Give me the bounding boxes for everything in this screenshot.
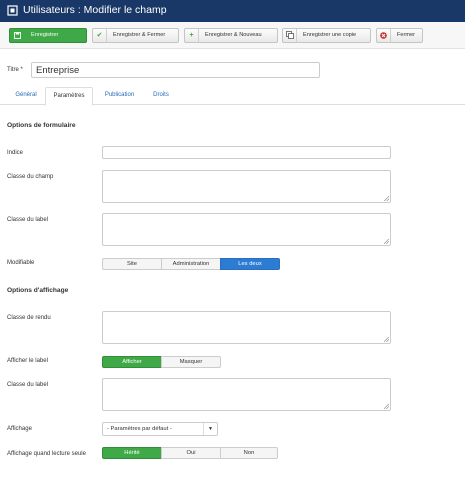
title-label: Titre * xyxy=(7,67,23,73)
display-options-heading: Options d'affichage xyxy=(7,287,69,294)
tab-droits[interactable]: Droits xyxy=(145,87,177,105)
tab-publication[interactable]: Publication xyxy=(96,87,143,105)
readonly-yes-option[interactable]: Oui xyxy=(161,447,221,459)
resize-handle[interactable] xyxy=(384,337,389,342)
save-new-button[interactable]: + Enregistrer & Nouveau xyxy=(184,28,278,43)
show-label-label: Afficher le label xyxy=(7,358,48,364)
check-icon: ✔ xyxy=(93,29,107,42)
editable-label: Modifiable xyxy=(7,260,35,266)
render-class-label: Classe de rendu xyxy=(7,315,51,321)
show-label-toggle-group: Afficher Masquer xyxy=(102,356,221,368)
square-icon xyxy=(7,5,18,16)
page-title: Utilisateurs : Modifier le champ xyxy=(23,4,167,16)
editable-toggle-group: Site Administration Les deux xyxy=(102,258,280,270)
hint-label: Indice xyxy=(7,150,24,156)
show-label-show-option[interactable]: Afficher xyxy=(102,356,162,368)
cancel-icon xyxy=(377,29,391,42)
display-label: Affichage xyxy=(7,426,32,432)
field-class-label: Classe du champ xyxy=(7,174,54,180)
plus-icon: + xyxy=(185,29,199,42)
editable-admin-option[interactable]: Administration xyxy=(161,258,221,270)
display-label-class-textarea[interactable] xyxy=(102,378,391,411)
resize-handle[interactable] xyxy=(384,196,389,201)
title-input[interactable] xyxy=(31,62,320,78)
label-class-textarea[interactable] xyxy=(102,213,391,246)
save-close-button[interactable]: ✔ Enregistrer & Fermer xyxy=(92,28,179,43)
tab-parametres[interactable]: Paramètres xyxy=(45,87,93,106)
readonly-inherited-option[interactable]: Hérité xyxy=(102,447,162,459)
label-class-label: Classe du label xyxy=(7,217,49,223)
render-class-textarea[interactable] xyxy=(102,311,391,344)
tab-bar: Général Paramètres Publication Droits xyxy=(0,87,465,106)
display-select-value: - Paramètres par défaut - xyxy=(107,426,172,432)
editable-both-option[interactable]: Les deux xyxy=(220,258,280,270)
show-label-hide-option[interactable]: Masquer xyxy=(161,356,221,368)
editable-site-option[interactable]: Site xyxy=(102,258,162,270)
display-label-class-label: Classe du label xyxy=(7,382,49,388)
hint-input[interactable] xyxy=(102,146,391,159)
close-button[interactable]: Fermer xyxy=(376,28,423,43)
save-copy-button[interactable]: Enregistrer une copie xyxy=(282,28,371,43)
save-button[interactable]: Enregistrer xyxy=(9,28,87,43)
chevron-down-icon: ▼ xyxy=(203,423,217,435)
save-icon xyxy=(10,29,24,42)
form-options-heading: Options de formulaire xyxy=(7,122,76,129)
readonly-label: Affichage quand lecture seule xyxy=(7,451,86,457)
page-header: Utilisateurs : Modifier le champ xyxy=(0,0,465,22)
copy-icon xyxy=(283,29,297,42)
display-select[interactable]: - Paramètres par défaut - ▼ xyxy=(102,422,218,436)
resize-handle[interactable] xyxy=(384,404,389,409)
field-class-textarea[interactable] xyxy=(102,170,391,203)
tab-general[interactable]: Général xyxy=(7,87,45,105)
toolbar: Enregistrer ✔ Enregistrer & Fermer + Enr… xyxy=(0,22,465,49)
readonly-toggle-group: Hérité Oui Non xyxy=(102,447,278,459)
resize-handle[interactable] xyxy=(384,239,389,244)
readonly-no-option[interactable]: Non xyxy=(220,447,278,459)
